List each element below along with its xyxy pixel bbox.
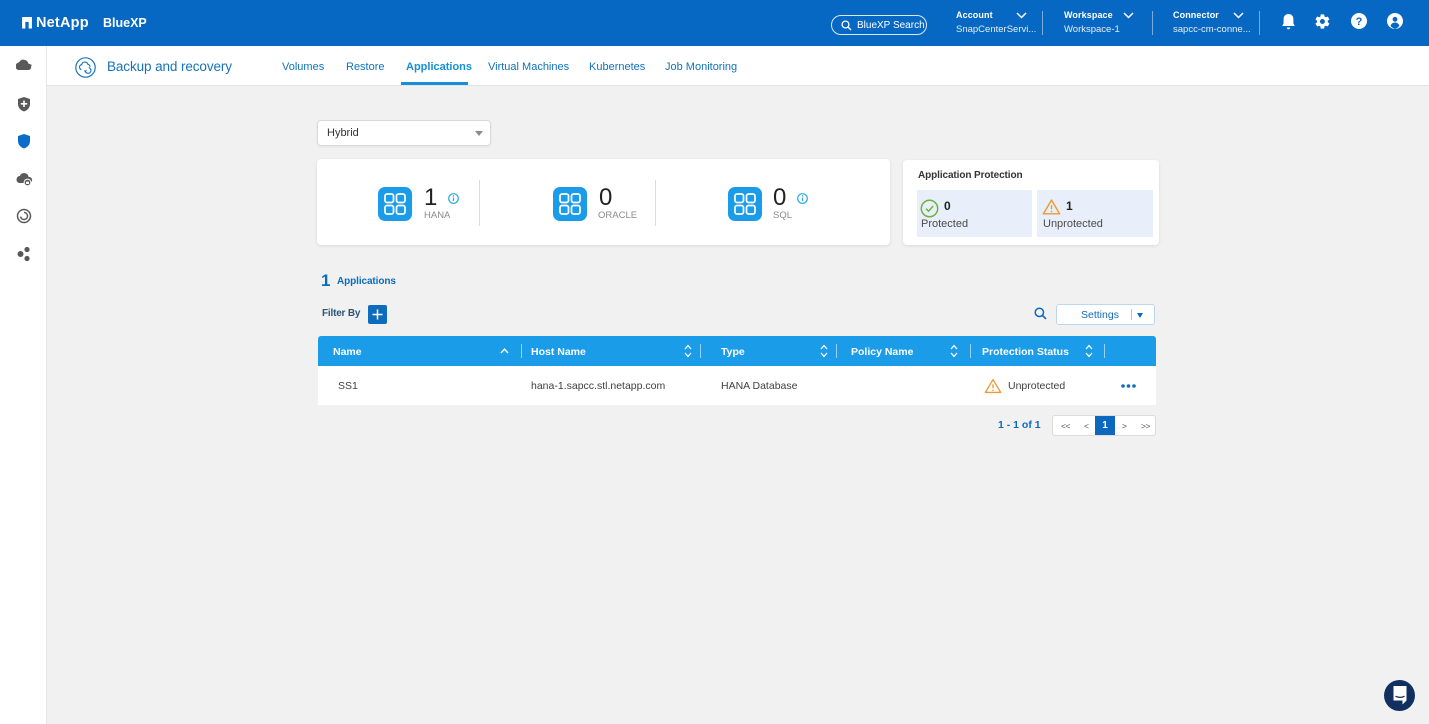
svg-text:?: ? bbox=[1356, 16, 1363, 28]
